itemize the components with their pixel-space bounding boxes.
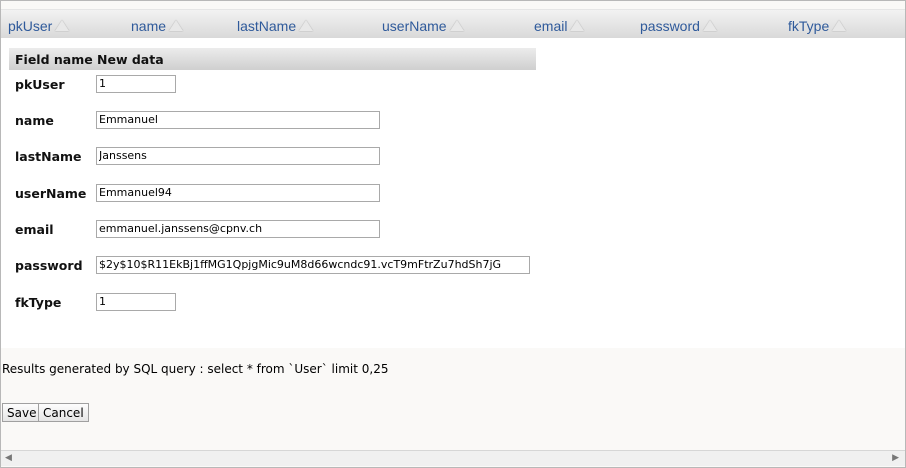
lastname-input[interactable]	[96, 147, 380, 165]
column-header-email[interactable]: email	[534, 18, 585, 34]
field-label: password	[15, 258, 83, 273]
edit-form-area: Field name New data pkUser name lastName…	[1, 38, 905, 348]
form-header-field-name: Field name	[15, 52, 93, 67]
pkuser-input[interactable]	[96, 75, 176, 93]
column-header-label: name	[131, 18, 167, 34]
sql-query-text: Results generated by SQL query : select …	[2, 362, 389, 376]
column-header-password[interactable]: password	[640, 18, 717, 34]
sort-asc-icon[interactable]	[299, 20, 314, 31]
scroll-right-icon[interactable]: ▶	[892, 453, 899, 463]
sort-asc-icon[interactable]	[169, 20, 184, 31]
column-header-fktype[interactable]: fkType	[788, 18, 847, 34]
field-label: email	[15, 222, 54, 237]
sort-asc-icon[interactable]	[55, 20, 70, 31]
field-label: userName	[15, 186, 87, 201]
column-header-pkuser[interactable]: pkUser	[8, 18, 70, 34]
table-header: pkUser name lastName userName email pass…	[1, 9, 905, 39]
field-label: fkType	[15, 295, 62, 310]
column-header-label: userName	[382, 18, 447, 34]
form-header: Field name New data	[9, 48, 536, 70]
column-header-label: lastName	[237, 18, 297, 34]
sort-asc-icon[interactable]	[702, 20, 717, 31]
sort-asc-icon[interactable]	[570, 20, 585, 31]
column-header-username[interactable]: userName	[382, 18, 464, 34]
password-input[interactable]	[96, 256, 530, 274]
email-input[interactable]	[96, 220, 380, 238]
column-header-label: email	[534, 18, 568, 34]
field-label: pkUser	[15, 77, 65, 92]
column-header-label: password	[640, 18, 700, 34]
save-button[interactable]: Save	[2, 403, 42, 422]
column-header-label: fkType	[788, 18, 830, 34]
app-frame: pkUser name lastName userName email pass…	[0, 0, 906, 468]
name-input[interactable]	[96, 111, 380, 129]
fktype-input[interactable]	[96, 293, 176, 311]
sort-asc-icon[interactable]	[449, 20, 464, 31]
sort-asc-icon[interactable]	[832, 20, 847, 31]
column-header-label: pkUser	[8, 18, 53, 34]
username-input[interactable]	[96, 184, 380, 202]
form-header-new-data: New data	[97, 52, 164, 67]
field-label: lastName	[15, 149, 82, 164]
column-header-lastname[interactable]: lastName	[237, 18, 314, 34]
scroll-left-icon[interactable]: ◀	[5, 453, 12, 463]
column-header-name[interactable]: name	[131, 18, 184, 34]
cancel-button[interactable]: Cancel	[38, 403, 89, 422]
field-label: name	[15, 113, 54, 128]
horizontal-scrollbar[interactable]: ◀ ▶	[1, 450, 905, 466]
